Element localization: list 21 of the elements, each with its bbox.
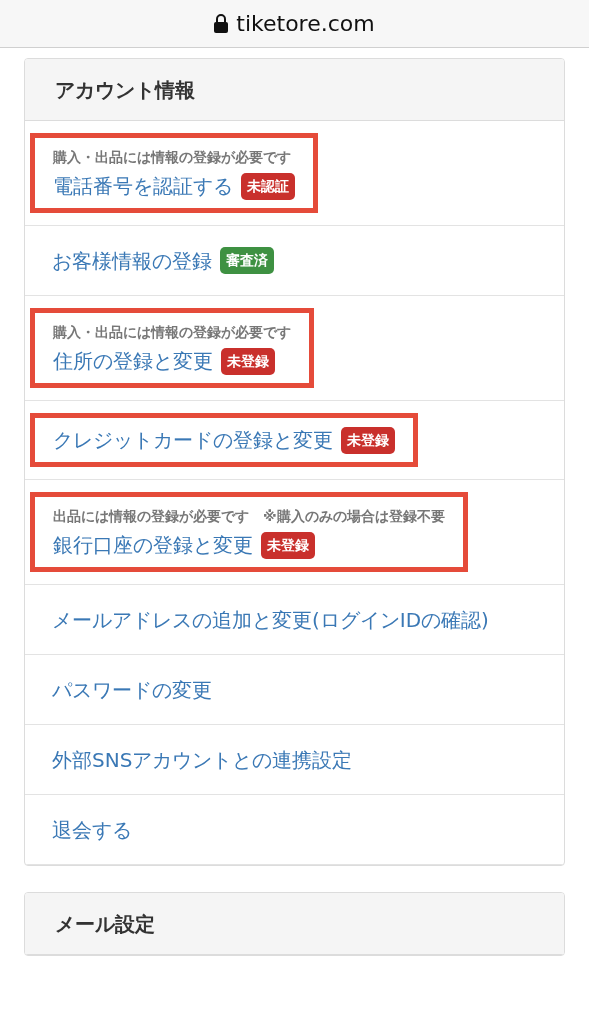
url-text[interactable]: tiketore.com xyxy=(236,7,375,40)
menu-link[interactable]: 電話番号を認証する xyxy=(53,170,233,202)
status-badge: 未登録 xyxy=(221,347,275,375)
menu-link[interactable]: 銀行口座の登録と変更 xyxy=(53,529,253,561)
section-title: アカウント情報 xyxy=(55,76,195,104)
status-badge: 未認証 xyxy=(241,172,295,200)
menu-link[interactable]: お客様情報の登録 xyxy=(52,244,212,277)
note-text: 購入・出品には情報の登録が必要です xyxy=(53,148,292,167)
lock-icon xyxy=(214,14,229,33)
status-badge: 未登録 xyxy=(341,426,395,454)
menu-link[interactable]: メールアドレスの追加と変更(ログインIDの確認) xyxy=(52,603,489,636)
note-text: 購入・出品には情報の登録が必要です xyxy=(53,323,291,342)
menu-link[interactable]: 住所の登録と変更 xyxy=(53,345,213,377)
note-text: 出品には情報の登録が必要です ※購入のみの場合は登録不要 xyxy=(53,507,445,526)
menu-link[interactable]: パスワードの変更 xyxy=(52,673,212,706)
menu-link[interactable]: 退会する xyxy=(52,813,132,846)
status-badge: 未登録 xyxy=(261,531,315,559)
menu-link[interactable]: クレジットカードの登録と変更 xyxy=(53,424,333,456)
status-badge: 審査済 xyxy=(220,247,274,274)
section-title: メール設定 xyxy=(55,910,155,938)
menu-link[interactable]: 外部SNSアカウントとの連携設定 xyxy=(52,743,353,776)
